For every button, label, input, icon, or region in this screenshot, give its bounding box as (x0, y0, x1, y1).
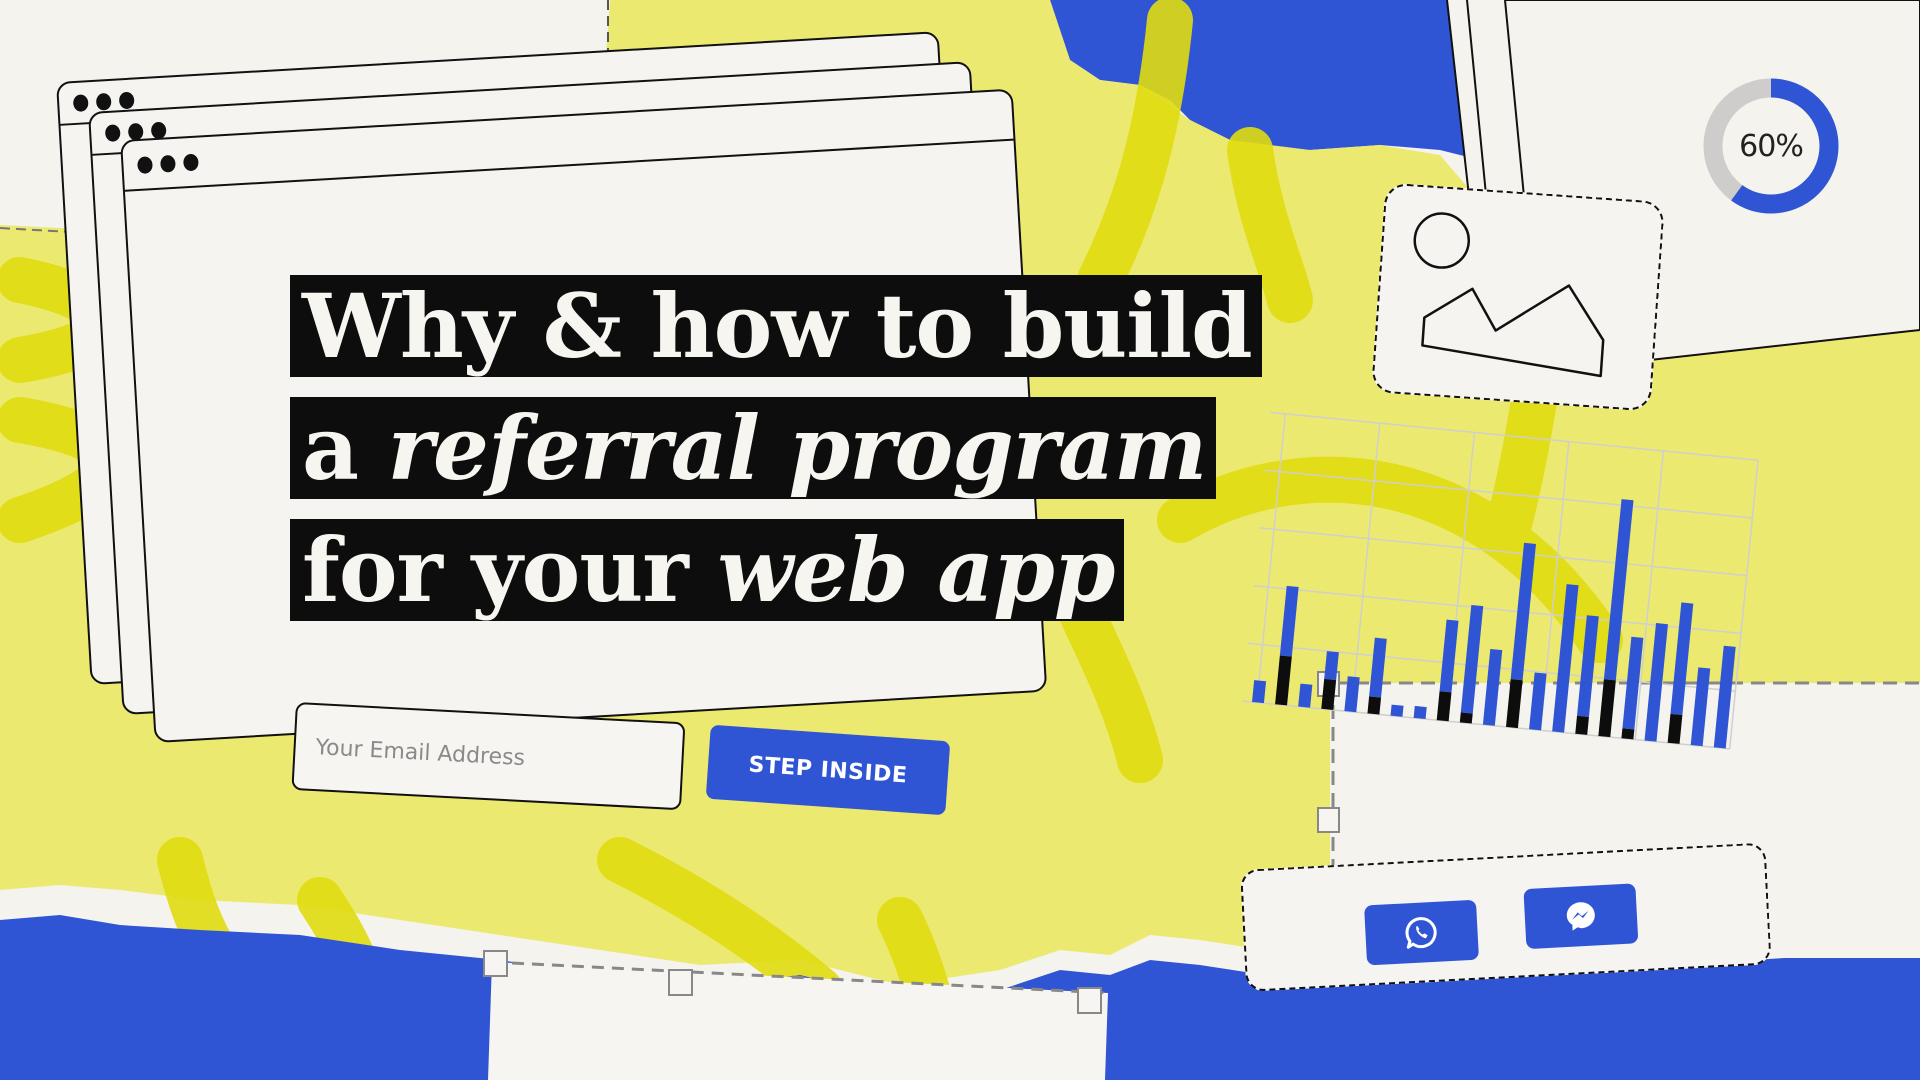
window-dot-icon (159, 154, 176, 173)
resize-handle (1317, 671, 1340, 697)
progress-label: 60% (1739, 128, 1804, 164)
window-dot-icon (104, 124, 121, 143)
window-dot-icon (72, 94, 89, 113)
resize-handle (668, 969, 693, 996)
headline-line-1: Why & how to build (290, 275, 1262, 377)
image-placeholder-card (1371, 182, 1665, 412)
image-icon (1413, 212, 1605, 378)
headline-line-2-italic: referral program (387, 396, 1208, 500)
window-dot-icon (95, 92, 112, 111)
window-dot-icon (137, 156, 153, 175)
resize-handle (483, 950, 508, 977)
headline-line-2: a referral program (290, 396, 1217, 500)
window-dot-icon (118, 91, 135, 110)
headline-line-2-plain: a (302, 396, 388, 500)
window-controls (137, 153, 199, 175)
resize-handle (1077, 987, 1102, 1014)
resize-handle (1317, 807, 1340, 833)
headline-line-3-italic: web app (717, 518, 1115, 622)
headline-line-3-plain: for your (302, 518, 718, 622)
email-input[interactable] (293, 704, 684, 809)
whatsapp-share-button[interactable] (1364, 899, 1480, 966)
headline-line-3: for your web app (290, 518, 1125, 622)
window-dot-icon (182, 153, 199, 172)
messenger-icon (1566, 902, 1595, 931)
messenger-share-button[interactable] (1523, 883, 1639, 950)
whatsapp-icon (1405, 917, 1437, 949)
